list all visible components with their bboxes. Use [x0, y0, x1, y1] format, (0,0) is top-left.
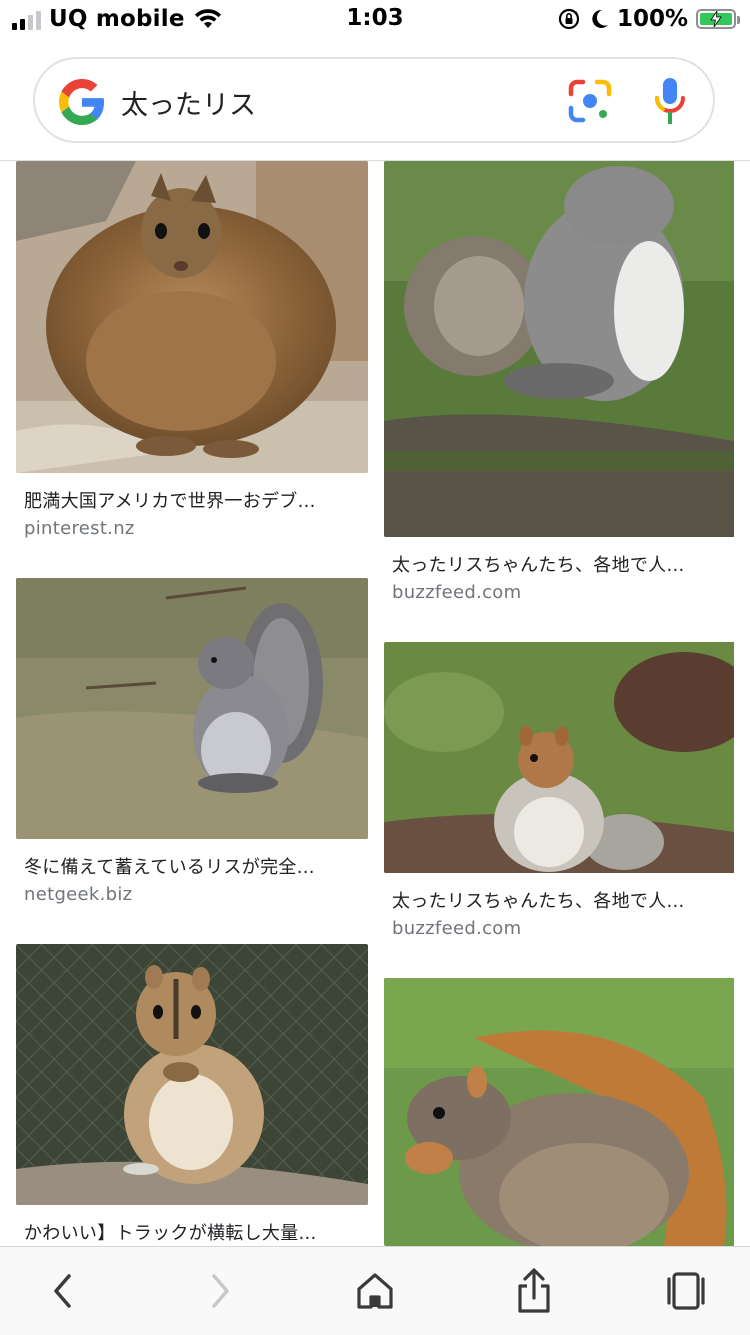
share-button[interactable] — [512, 1268, 556, 1313]
result-thumbnail[interactable] — [384, 978, 736, 1246]
battery-percent: 100% — [616, 6, 688, 32]
forward-icon — [212, 1274, 229, 1308]
image-result-card[interactable]: 太ったリスちゃんたち、各地で人... buzzfeed.com — [384, 642, 736, 972]
result-source: buzzfeed.com — [392, 582, 522, 603]
home-button[interactable] — [353, 1269, 397, 1313]
back-icon — [54, 1274, 71, 1308]
result-thumbnail[interactable] — [384, 642, 736, 873]
browser-toolbar — [0, 1246, 750, 1335]
result-title[interactable]: 太ったリスちゃんたち、各地で人... — [392, 551, 728, 577]
orientation-lock-icon — [558, 8, 580, 30]
forward-button[interactable] — [198, 1269, 242, 1313]
tabs-button[interactable] — [664, 1269, 708, 1313]
back-button[interactable] — [41, 1269, 85, 1313]
battery-icon — [696, 9, 740, 29]
image-result-card[interactable] — [384, 978, 736, 1246]
search-bar[interactable]: 太ったリス — [33, 57, 715, 143]
result-title[interactable]: 冬に備えて蓄えているリスが完全... — [24, 853, 360, 879]
image-results-grid: 肥満大国アメリカで世界一おデブ... pinterest.nz 冬に備えて蓄えて… — [0, 161, 750, 1246]
result-source: buzzfeed.com — [392, 918, 522, 939]
result-thumbnail[interactable] — [16, 161, 368, 473]
microphone-icon[interactable] — [653, 76, 687, 126]
google-lens-icon[interactable] — [567, 78, 613, 124]
result-source: netgeek.biz — [24, 884, 133, 905]
result-thumbnail[interactable] — [384, 161, 736, 537]
tabs-icon — [667, 1272, 705, 1310]
image-result-card[interactable]: 冬に備えて蓄えているリスが完全... netgeek.biz — [16, 578, 368, 928]
image-result-card[interactable]: 肥満大国アメリカで世界一おデブ... pinterest.nz — [16, 161, 368, 561]
google-logo-icon — [59, 79, 105, 125]
search-input[interactable]: 太ったリス — [121, 83, 256, 122]
search-header: 太ったリス — [0, 40, 750, 161]
share-icon — [518, 1268, 550, 1313]
result-source: pinterest.nz — [24, 518, 135, 539]
moon-icon — [592, 9, 608, 28]
home-icon — [357, 1273, 393, 1309]
result-thumbnail[interactable] — [16, 944, 368, 1205]
result-title[interactable]: かわいい】トラックが横転し大量... — [24, 1219, 360, 1245]
image-result-card[interactable]: かわいい】トラックが横転し大量... — [16, 944, 368, 1246]
image-result-card[interactable]: 太ったリスちゃんたち、各地で人... buzzfeed.com — [384, 161, 736, 625]
result-title[interactable]: 肥満大国アメリカで世界一おデブ... — [24, 487, 360, 513]
status-bar: UQ mobile 1:03 100% — [0, 0, 750, 40]
result-title[interactable]: 太ったリスちゃんたち、各地で人... — [392, 887, 728, 913]
result-thumbnail[interactable] — [16, 578, 368, 839]
